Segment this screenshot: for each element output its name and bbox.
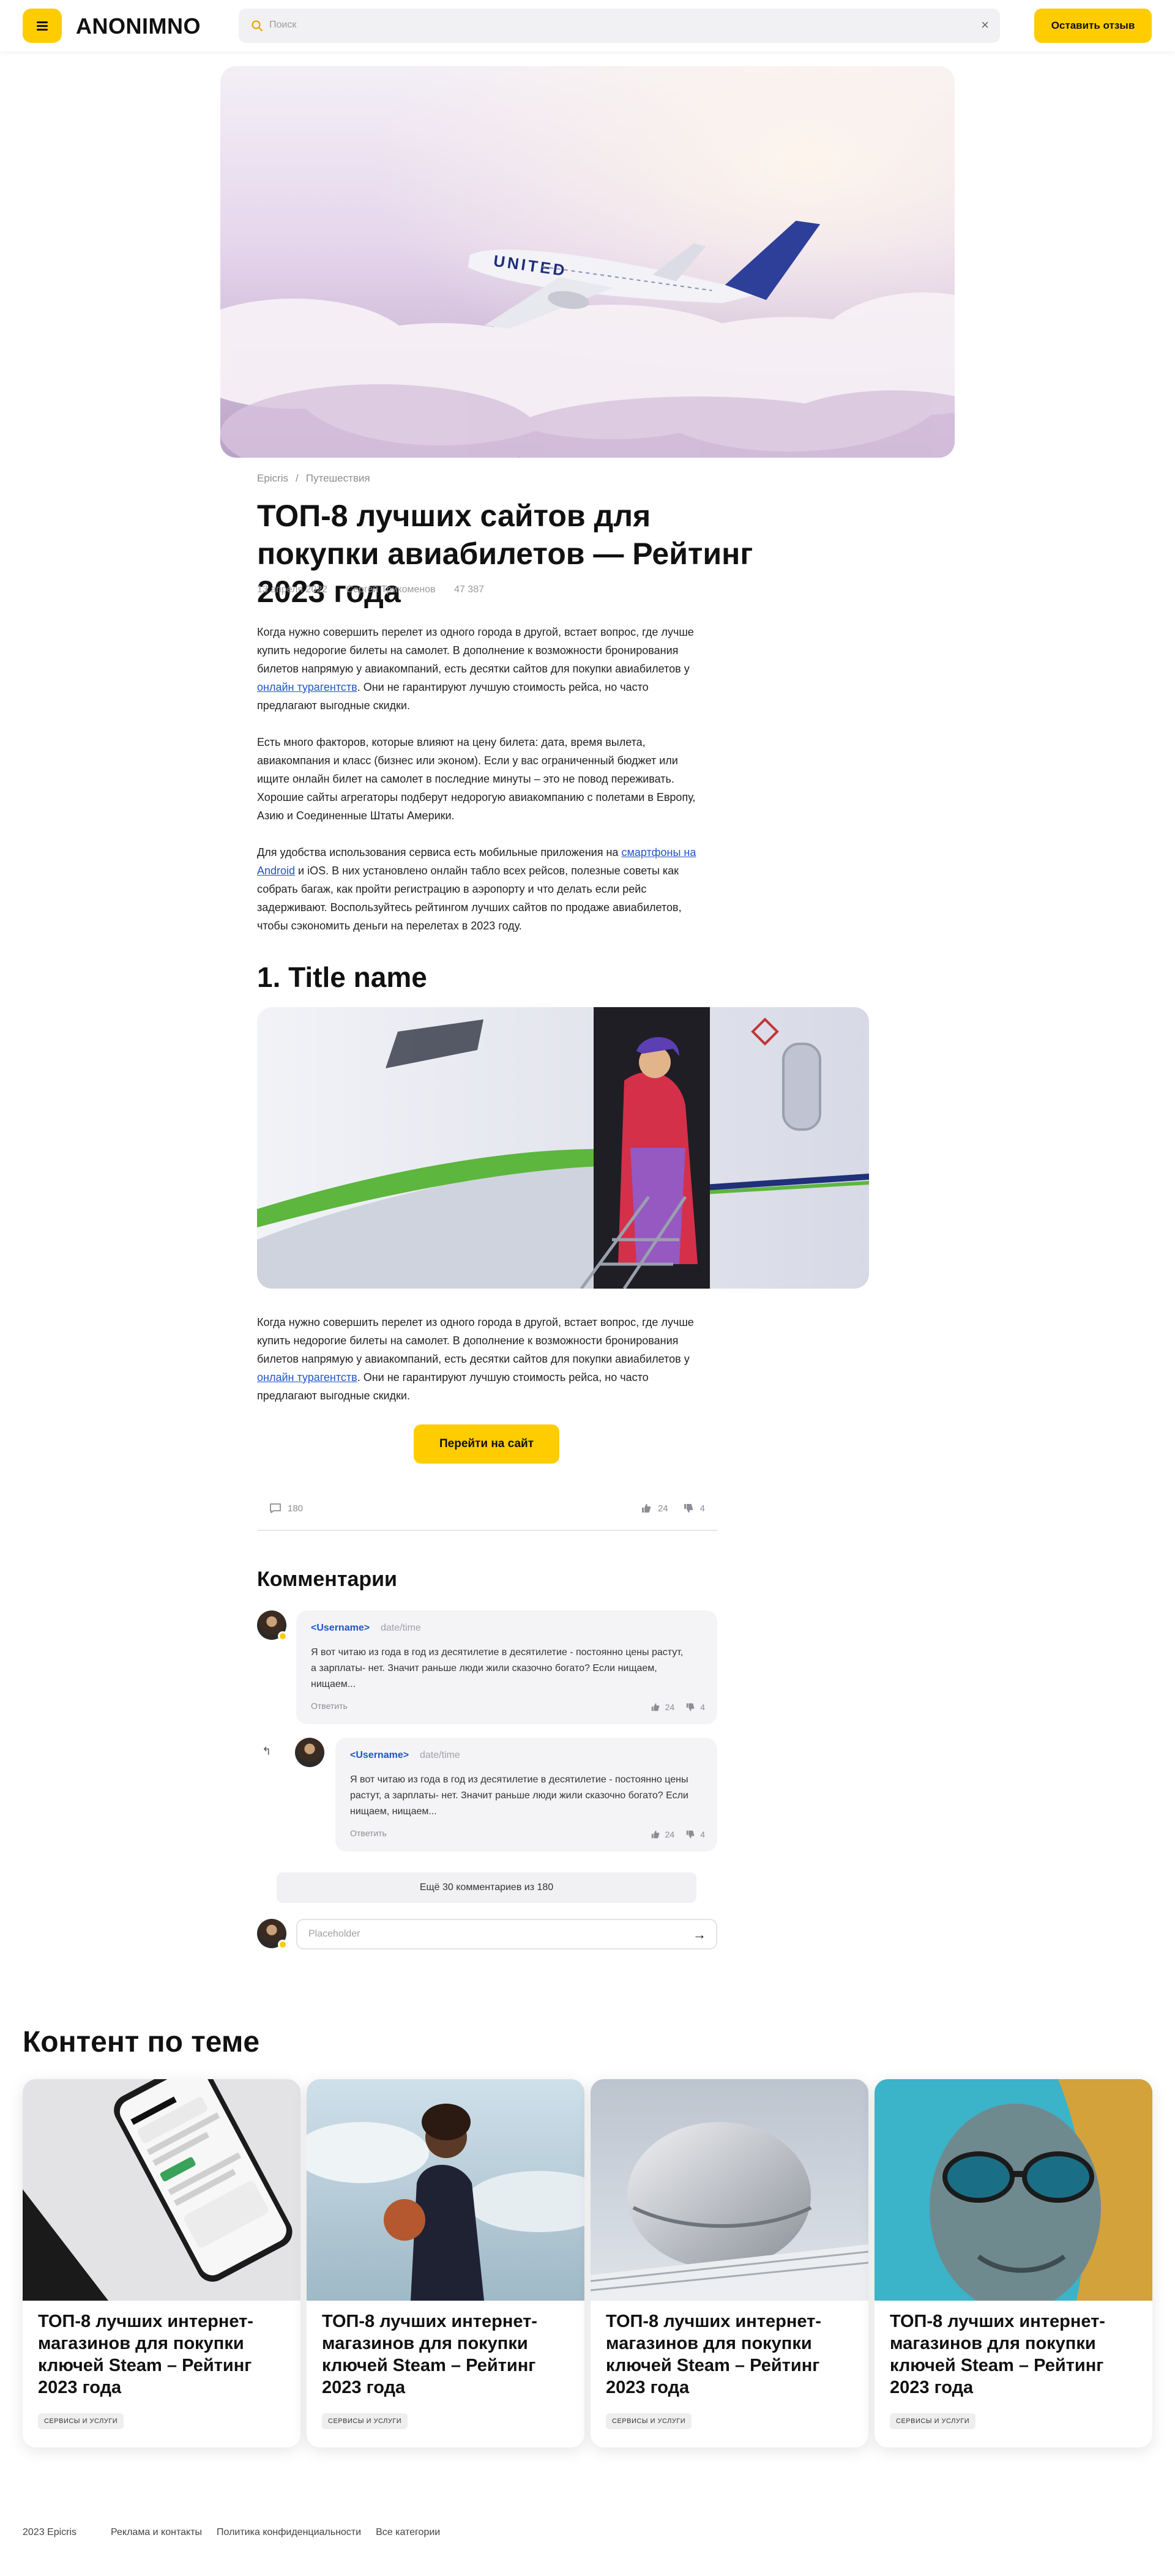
comments-count-value: 180: [288, 1503, 304, 1514]
breadcrumb-item[interactable]: Epicris: [257, 472, 288, 484]
card-tag[interactable]: СЕРВИСЫ И УСЛУГИ: [606, 2413, 692, 2429]
avatar[interactable]: [257, 1610, 288, 1641]
article-votes: 24 4: [641, 1503, 705, 1514]
related-title: Контент по теме: [23, 2026, 260, 2058]
search-input[interactable]: Поиск ×: [239, 9, 1000, 43]
related-card[interactable]: ТОП-8 лучших интернет-магазинов для поку…: [307, 2079, 584, 2448]
article-author[interactable]: Сергей Трикоменов: [346, 584, 436, 595]
card-image: [875, 2079, 1152, 2312]
related-card[interactable]: ТОП-8 лучших интернет-магазинов для поку…: [591, 2079, 868, 2448]
load-more-comments-button[interactable]: Ещё 30 комментариев из 180: [277, 1872, 696, 1903]
site-footer: 2023 Epicris Реклама и контакты Политика…: [23, 2527, 440, 2538]
status-dot: [278, 1631, 288, 1641]
thumbs-up-icon[interactable]: [641, 1503, 652, 1514]
card-image: [591, 2079, 868, 2301]
search-placeholder: Поиск: [269, 20, 297, 30]
site-header: ANONIMNO Поиск × Оставить отзыв: [0, 0, 1175, 51]
thumbs-up-icon[interactable]: [651, 1702, 660, 1712]
comment-input-placeholder: Placeholder: [308, 1929, 360, 1939]
dislikes-count: 4: [700, 1830, 705, 1839]
clear-icon[interactable]: ×: [981, 18, 989, 32]
avatar: [257, 1919, 288, 1949]
comment-votes: 24 4: [651, 1702, 705, 1712]
paragraph-text: Когда нужно совершить перелет из одного …: [257, 626, 694, 675]
hero-image: UNITED: [220, 66, 955, 458]
article-link[interactable]: онлайн турагентств: [257, 681, 357, 693]
article-paragraph: Для удобства использования сервиса есть …: [257, 843, 710, 935]
reply-arrow-icon: ↰: [262, 1745, 272, 1757]
paragraph-text: Для удобства использования сервиса есть …: [257, 846, 622, 858]
article-date: 13 апреля 2022: [257, 584, 328, 595]
card-title: ТОП-8 лучших интернет-магазинов для поку…: [322, 2312, 537, 2397]
card-tag[interactable]: СЕРВИСЫ И УСЛУГИ: [322, 2413, 408, 2429]
article-views: 47 387: [454, 584, 484, 595]
footer-copyright: 2023 Epicris: [23, 2527, 77, 2537]
dislikes-count: 4: [700, 1702, 705, 1712]
thumbs-down-icon[interactable]: [685, 1702, 695, 1712]
likes-count: 24: [657, 1503, 668, 1514]
card-title: ТОП-8 лучших интернет-магазинов для поку…: [38, 2312, 253, 2397]
comment-text: Я вот читаю из года в год из десятилетие…: [311, 1647, 684, 1689]
comments-count[interactable]: 180: [269, 1503, 303, 1514]
go-to-site-button[interactable]: Перейти на сайт: [414, 1424, 559, 1464]
related-card[interactable]: ТОП-8 лучших интернет-магазинов для поку…: [23, 2079, 300, 2448]
card-title: ТОП-8 лучших интернет-магазинов для поку…: [890, 2312, 1105, 2397]
menu-icon: [37, 21, 48, 31]
comment-date: date/time: [381, 1623, 421, 1633]
comment-username[interactable]: <Username>: [311, 1623, 370, 1634]
leave-review-button[interactable]: Оставить отзыв: [1034, 9, 1152, 43]
breadcrumb: Epicris / Путешествия: [257, 472, 716, 485]
card-tag[interactable]: СЕРВИСЫ И УСЛУГИ: [38, 2413, 124, 2429]
card-tag[interactable]: СЕРВИСЫ И УСЛУГИ: [890, 2413, 976, 2429]
site-logo[interactable]: ANONIMNO: [76, 13, 201, 39]
paragraph-text: Когда нужно совершить перелет из одного …: [257, 1316, 694, 1365]
card-image: [23, 2079, 300, 2301]
comment-reply: <Username> date/time Я вот читаю из года…: [335, 1738, 717, 1852]
comment-input[interactable]: Placeholder →: [296, 1919, 717, 1949]
likes-count: 24: [665, 1702, 675, 1712]
card-image: [307, 2079, 584, 2301]
breadcrumb-separator: /: [296, 472, 299, 484]
reply-button[interactable]: Ответить: [311, 1701, 348, 1711]
avatar[interactable]: [295, 1738, 324, 1767]
search-icon: [252, 20, 263, 32]
thumbs-down-icon[interactable]: [685, 1830, 695, 1839]
breadcrumb-item[interactable]: Путешествия: [306, 472, 370, 484]
comment-votes: 24 4: [651, 1830, 705, 1839]
paragraph-text: и iOS. В них установлено онлайн табло вс…: [257, 865, 682, 932]
section-title: 1. Title name: [257, 961, 427, 993]
thumbs-up-icon[interactable]: [651, 1830, 660, 1839]
footer-link[interactable]: Реклама и контакты: [111, 2527, 202, 2538]
article-paragraph: Когда нужно совершить перелет из одного …: [257, 623, 710, 715]
reply-button[interactable]: Ответить: [350, 1828, 387, 1838]
card-title: ТОП-8 лучших интернет-магазинов для поку…: [606, 2312, 821, 2397]
dislikes-count: 4: [699, 1503, 705, 1514]
section-image: [257, 1007, 869, 1289]
footer-link[interactable]: Политика конфиденциальности: [217, 2527, 361, 2538]
comment: <Username> date/time Я вот читаю из года…: [296, 1610, 717, 1724]
comments-title: Комментарии: [257, 1568, 397, 1591]
comment-icon: [270, 1503, 281, 1513]
comment-date: date/time: [420, 1750, 460, 1760]
article-stats: 180 24 4: [257, 1498, 717, 1531]
related-card[interactable]: ТОП-8 лучших интернет-магазинов для поку…: [875, 2079, 1152, 2448]
article-paragraph: Когда нужно совершить перелет из одного …: [257, 1313, 710, 1405]
send-arrow-icon[interactable]: →: [693, 1927, 706, 1943]
article-paragraph: Есть много факторов, которые влияют на ц…: [257, 736, 696, 822]
article-link[interactable]: онлайн турагентств: [257, 1371, 357, 1383]
likes-count: 24: [665, 1830, 675, 1839]
comment-text: Я вот читаю из года в год из десятилетие…: [350, 1774, 688, 1817]
footer-link[interactable]: Все категории: [376, 2527, 440, 2538]
menu-button[interactable]: [23, 9, 62, 43]
thumbs-down-icon[interactable]: [683, 1503, 694, 1514]
comment-username[interactable]: <Username>: [350, 1750, 409, 1761]
status-dot: [278, 1940, 288, 1949]
article-meta: 13 апреля 2022 Сергей Трикоменов 47 387: [257, 584, 716, 595]
